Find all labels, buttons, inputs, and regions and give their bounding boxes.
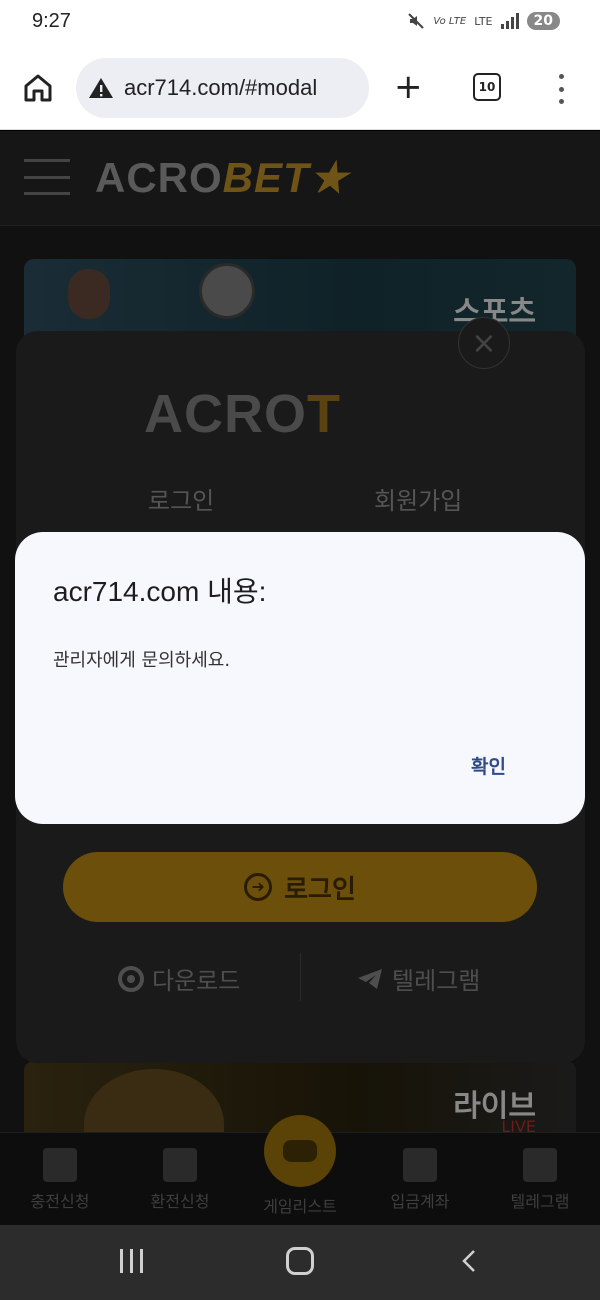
download-link[interactable]: 다운로드 [118, 961, 240, 996]
alert-dialog: acr714.com 내용: 관리자에게 문의하세요. 확인 [15, 532, 585, 824]
login-icon: ➜ [244, 873, 273, 901]
home-button-icon[interactable] [286, 1247, 314, 1275]
telegram-icon [523, 1148, 557, 1182]
site-bottom-nav: 충전신청 환전신청 게임리스트 입금계좌 텔레그램 [0, 1115, 600, 1225]
mute-icon [408, 13, 425, 29]
login-button[interactable]: ➜ 로그인 [63, 852, 537, 922]
download-tray-icon [43, 1148, 77, 1182]
address-bar[interactable]: acr714.com/#modal [76, 58, 369, 118]
nav-label: 환전신청 [150, 1192, 210, 1211]
ok-button[interactable]: 확인 [463, 748, 514, 783]
telegram-icon [358, 968, 382, 989]
alert-title: acr714.com 내용: [53, 576, 267, 607]
alert-message: 관리자에게 문의하세요. [53, 650, 231, 671]
soccer-ball-image [199, 263, 255, 319]
nav-label: 충전신청 [30, 1192, 90, 1211]
gamepad-icon [264, 1115, 336, 1187]
url-text: acr714.com/#modal [124, 75, 318, 100]
nav-label: 입금계좌 [390, 1192, 450, 1211]
nav-item-deposit[interactable]: 충전신청 [0, 1133, 120, 1225]
recents-icon[interactable] [120, 1249, 143, 1273]
modal-links: 다운로드 텔레그램 [16, 953, 585, 1003]
telegram-label: 텔레그램 [392, 967, 481, 995]
warning-icon[interactable] [88, 76, 114, 100]
home-icon[interactable] [20, 70, 56, 106]
nav-label: 게임리스트 [263, 1197, 337, 1216]
login-button-label: 로그인 [284, 874, 356, 905]
tab-signup[interactable]: 회원가입 [374, 481, 462, 516]
telegram-link[interactable]: 텔레그램 [356, 961, 480, 996]
tab-switcher-button[interactable]: 10 [473, 73, 501, 101]
modal-logo: ACROT [144, 384, 341, 444]
battery-icon: 20 [526, 12, 560, 30]
upload-tray-icon [163, 1148, 197, 1182]
back-icon[interactable] [458, 1249, 482, 1273]
chrome-icon [118, 965, 144, 992]
player-image [68, 269, 110, 319]
site-header: ACROBET★ [0, 131, 600, 226]
status-bar: 9:27 Vo LTE LTE 20 [0, 0, 600, 46]
nav-item-game-list[interactable]: 게임리스트 [240, 1115, 360, 1225]
new-tab-icon[interactable]: + [394, 70, 423, 104]
card-icon [403, 1148, 437, 1182]
nav-item-withdraw[interactable]: 환전신청 [120, 1133, 240, 1225]
status-icons: Vo LTE LTE 20 [407, 12, 560, 30]
more-menu-icon[interactable] [556, 74, 566, 104]
nav-label: 텔레그램 [510, 1192, 570, 1211]
close-icon[interactable]: × [458, 317, 510, 369]
status-time: 9:27 [32, 10, 71, 32]
hamburger-menu-icon[interactable] [24, 159, 70, 195]
site-logo[interactable]: ACROBET★ [95, 153, 348, 202]
nav-item-telegram[interactable]: 텔레그램 [480, 1133, 600, 1225]
browser-toolbar: acr714.com/#modal + 10 [0, 46, 600, 130]
lte-icon: LTE [474, 14, 493, 28]
tab-login[interactable]: 로그인 [148, 481, 214, 516]
volte-icon: Vo LTE [433, 15, 467, 27]
system-nav-bar [0, 1225, 600, 1300]
download-label: 다운로드 [152, 967, 241, 995]
nav-item-deposit-account[interactable]: 입금계좌 [360, 1133, 480, 1225]
signal-icon [500, 13, 519, 29]
divider [300, 953, 301, 1001]
